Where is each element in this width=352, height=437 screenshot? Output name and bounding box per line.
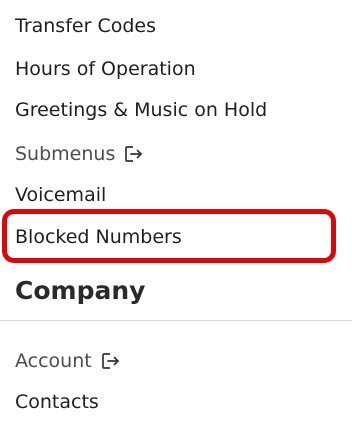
nav-item-label: Voicemail	[15, 184, 107, 206]
nav-item-label: Submenus	[15, 143, 116, 165]
nav-item-label: Contacts	[15, 391, 99, 413]
nav-item-label: Account	[15, 350, 92, 372]
nav-item-hours-of-operation[interactable]: Hours of Operation	[15, 54, 196, 84]
side-navigation: Transfer Codes Hours of Operation Greeti…	[0, 0, 352, 437]
nav-item-greetings-music-on-hold[interactable]: Greetings & Music on Hold	[15, 95, 267, 125]
nav-item-submenus[interactable]: Submenus	[15, 139, 144, 169]
nav-item-contacts[interactable]: Contacts	[15, 387, 99, 417]
section-divider	[0, 320, 352, 321]
section-title-company: Company	[15, 275, 146, 305]
external-link-icon	[124, 144, 144, 164]
highlight-annotation	[2, 209, 336, 263]
external-link-icon	[101, 351, 121, 371]
nav-item-account[interactable]: Account	[15, 346, 121, 376]
nav-item-label: Hours of Operation	[15, 58, 196, 80]
nav-item-voicemail[interactable]: Voicemail	[15, 180, 106, 210]
nav-item-transfer-codes[interactable]: Transfer Codes	[15, 11, 156, 41]
nav-item-label: Greetings & Music on Hold	[15, 99, 268, 121]
nav-item-label: Transfer Codes	[15, 15, 156, 37]
